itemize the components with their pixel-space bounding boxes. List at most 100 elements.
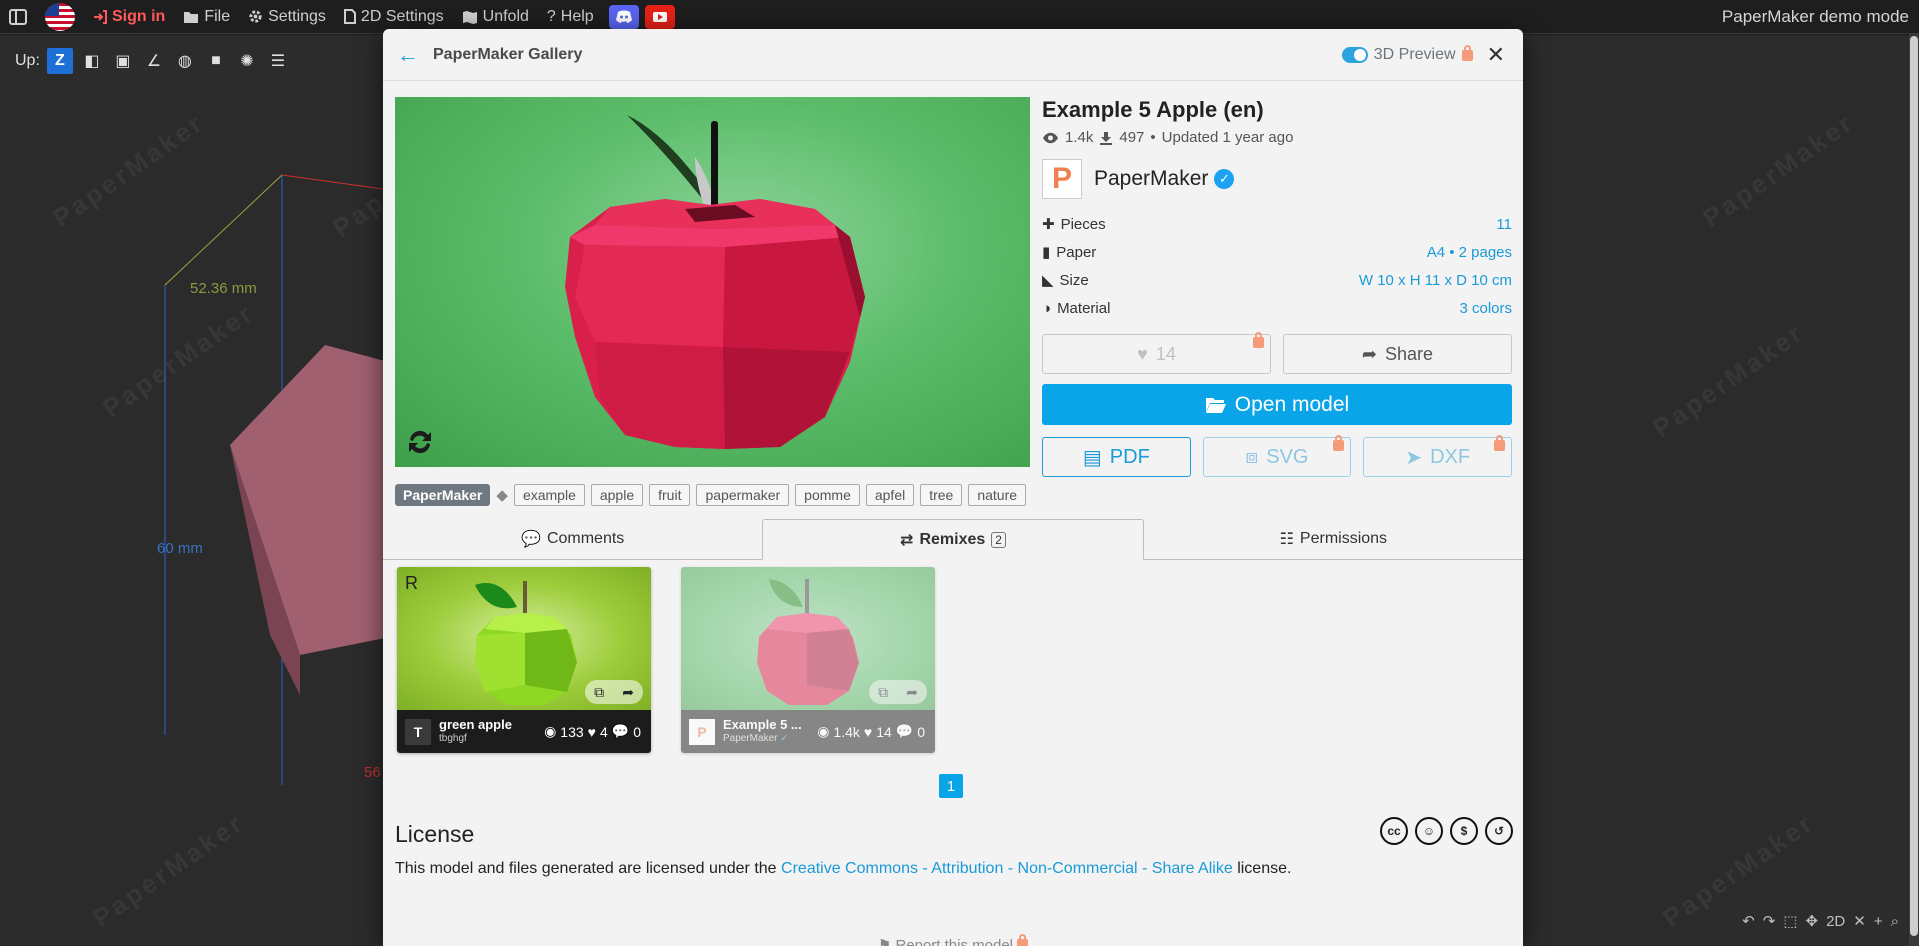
angle-icon[interactable]: ∠ bbox=[142, 49, 166, 73]
rotate-icon[interactable] bbox=[403, 425, 437, 459]
open-model-button[interactable]: Open model bbox=[1042, 384, 1512, 425]
file-icon: ▮ bbox=[1042, 244, 1051, 261]
page-scrollbar[interactable] bbox=[1909, 34, 1919, 946]
svg-button[interactable]: ⧈ SVG bbox=[1202, 435, 1352, 477]
remix-text: green apple tbghgf bbox=[439, 717, 512, 746]
flag-icon: ⚑ bbox=[877, 937, 892, 946]
unfold-menu-label: Unfold bbox=[482, 7, 529, 25]
us-flag-icon bbox=[45, 2, 75, 31]
language-button[interactable] bbox=[36, 0, 84, 34]
author-row[interactable]: P PaperMaker ✓ bbox=[1042, 158, 1512, 200]
scrollbar-thumb[interactable] bbox=[1910, 36, 1918, 936]
settings-menu[interactable]: Settings bbox=[239, 0, 335, 34]
license-link[interactable]: Creative Commons - Attribution - Non-Com… bbox=[781, 860, 1233, 877]
up-axis-button[interactable]: Z bbox=[46, 48, 73, 74]
file-menu-label: File bbox=[204, 7, 231, 25]
tools-icon[interactable]: ✕ bbox=[1853, 912, 1866, 930]
list-icon[interactable]: ☰ bbox=[266, 49, 290, 73]
modal-title: PaperMaker Gallery bbox=[433, 45, 583, 63]
sidebar-toggle-button[interactable] bbox=[0, 0, 36, 34]
undo-icon[interactable]: ↶ bbox=[1742, 912, 1755, 930]
dxf-button[interactable]: ➤ DXF bbox=[1363, 435, 1513, 477]
heart-icon: ♥ bbox=[1137, 343, 1148, 364]
pagination-page[interactable]: 1 bbox=[939, 774, 963, 798]
tag[interactable]: apple bbox=[590, 484, 644, 506]
spec-material: ◑ Material 3 colors bbox=[1042, 294, 1512, 322]
material-icon[interactable]: ◍ bbox=[173, 49, 197, 73]
spec-label: Paper bbox=[1056, 243, 1097, 261]
tab-remixes-label: Remixes bbox=[919, 530, 986, 548]
download-icon bbox=[1100, 131, 1113, 145]
remix-comments: 0 bbox=[917, 723, 925, 740]
pdf-button[interactable]: ▤ PDF bbox=[1042, 437, 1191, 477]
tag[interactable]: tree bbox=[920, 484, 963, 506]
spec-pieces: ✚ Pieces 11 bbox=[1042, 210, 1512, 238]
puzzle-icon: ✚ bbox=[1042, 216, 1055, 233]
select-icon[interactable]: ⬚ bbox=[1783, 912, 1797, 930]
zoom-icon[interactable]: ⌕ bbox=[1891, 913, 1899, 930]
model-title: Example 5 Apple (en) bbox=[1042, 97, 1264, 122]
external-link-icon[interactable]: ⧉ bbox=[594, 684, 604, 701]
share-icon[interactable]: ➦ bbox=[622, 684, 634, 701]
tab-permissions[interactable]: ☷ Permissions bbox=[1144, 519, 1523, 559]
lock-icon bbox=[1017, 934, 1029, 946]
svg-label: SVG bbox=[1266, 445, 1309, 468]
remix-stats: ◉ 133 ♥ 4 💬 0 bbox=[544, 710, 641, 753]
file-menu[interactable]: File bbox=[174, 0, 239, 34]
3d-preview-toggle[interactable] bbox=[1341, 47, 1368, 63]
tag-list: PaperMaker ◆ example apple fruit paperma… bbox=[395, 484, 1027, 506]
frame-icon[interactable]: ▣ bbox=[111, 49, 135, 73]
add-icon[interactable]: + bbox=[1874, 913, 1883, 930]
model-info-panel: Example 5 Apple (en) 1.4k 497 • Updated … bbox=[1042, 97, 1513, 477]
like-button[interactable]: ♥ 14 bbox=[1042, 332, 1271, 374]
mirror-icon[interactable]: ◧ bbox=[80, 49, 104, 73]
tag[interactable]: pomme bbox=[795, 484, 860, 506]
ruler-icon: ◣ bbox=[1042, 272, 1054, 289]
like-count: 14 bbox=[1155, 343, 1176, 364]
tag[interactable]: papermaker bbox=[696, 484, 790, 506]
cc-icon: cc bbox=[1380, 817, 1408, 845]
share-alike-icon: ↺ bbox=[1485, 817, 1513, 845]
remix-actions: ⧉ ➦ bbox=[869, 680, 927, 704]
eye-icon: ◉ bbox=[817, 723, 830, 739]
remix-card[interactable]: R ⧉ ➦ T green apple tbghgf ◉ 133 ♥ 4 💬 0 bbox=[397, 567, 651, 753]
discord-button[interactable] bbox=[608, 4, 639, 29]
document-icon bbox=[343, 9, 356, 24]
heart-icon: ♥ bbox=[863, 723, 873, 740]
remix-author: PaperMaker ✓ bbox=[723, 732, 802, 746]
spec-label: Material bbox=[1057, 299, 1111, 317]
back-arrow-icon[interactable]: ← bbox=[397, 42, 427, 68]
eye-icon bbox=[1043, 132, 1058, 143]
view-2d-icon[interactable]: 2D bbox=[1826, 913, 1845, 930]
move-icon[interactable]: ✥ bbox=[1805, 912, 1818, 930]
remix-card[interactable]: ⧉ ➦ P Example 5 ... PaperMaker ✓ ◉ 1.4k ♥… bbox=[681, 567, 935, 753]
share-button[interactable]: ➦ Share bbox=[1283, 334, 1512, 374]
redo-icon[interactable]: ↷ bbox=[1763, 912, 1776, 930]
tag[interactable]: apfel bbox=[865, 484, 915, 506]
report-model-button[interactable]: ⚑ Report this model bbox=[383, 934, 1523, 946]
tag[interactable]: fruit bbox=[649, 484, 691, 506]
comments-icon: 💬 bbox=[895, 723, 914, 739]
author-name[interactable]: PaperMaker bbox=[1094, 167, 1208, 191]
youtube-button[interactable] bbox=[644, 4, 675, 29]
spec-label: Size bbox=[1059, 271, 1089, 289]
author-tag[interactable]: PaperMaker bbox=[395, 484, 491, 506]
tag[interactable]: example bbox=[513, 484, 585, 506]
palette-icon[interactable]: ✺ bbox=[235, 49, 259, 73]
external-link-icon[interactable]: ⧉ bbox=[878, 684, 888, 701]
sign-in-icon bbox=[94, 9, 107, 24]
share-icon[interactable]: ➦ bbox=[906, 684, 918, 701]
help-menu-label: Help bbox=[560, 7, 594, 25]
detail-tabs: 💬 Comments ⇄ Remixes 2 ☷ Permissions bbox=[383, 519, 1523, 560]
tab-comments[interactable]: 💬 Comments bbox=[383, 519, 762, 559]
spec-paper: ▮ Paper A4 • 2 pages bbox=[1042, 238, 1512, 266]
close-icon[interactable]: ✕ bbox=[1487, 42, 1505, 68]
downloads-count: 497 bbox=[1119, 129, 1145, 146]
sign-in-button[interactable]: Sign in bbox=[84, 0, 174, 34]
model-preview[interactable] bbox=[395, 97, 1030, 467]
verified-icon: ✓ bbox=[780, 732, 789, 744]
camera-icon[interactable]: ■ bbox=[204, 49, 228, 73]
remix-list: R ⧉ ➦ T green apple tbghgf ◉ 133 ♥ 4 💬 0… bbox=[397, 567, 935, 753]
tag[interactable]: nature bbox=[968, 484, 1027, 506]
tab-remixes[interactable]: ⇄ Remixes 2 bbox=[762, 519, 1144, 560]
